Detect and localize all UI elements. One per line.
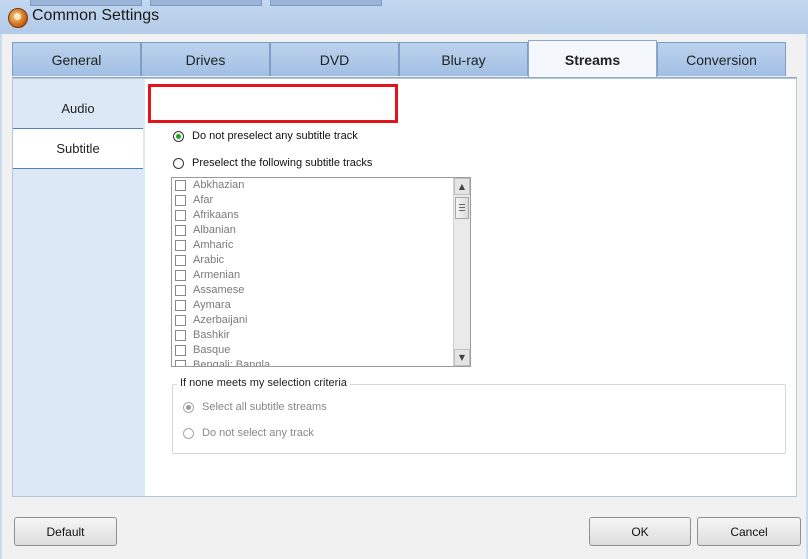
background-window-tabs — [30, 0, 390, 6]
no-track-label[interactable]: Do not select any track — [202, 427, 314, 439]
scroll-thumb[interactable] — [455, 197, 469, 219]
no-preselect-radio[interactable] — [173, 131, 184, 142]
language-checkbox[interactable] — [175, 360, 186, 366]
language-checkbox[interactable] — [175, 180, 186, 191]
arrow-down-icon: ▼ — [458, 353, 466, 362]
tab-dvd[interactable]: DVD — [270, 42, 399, 76]
select-all-streams-label[interactable]: Select all subtitle streams — [202, 401, 327, 413]
list-item[interactable]: Afar — [172, 194, 452, 209]
language-checkbox[interactable] — [175, 195, 186, 206]
app-logo-icon — [8, 8, 28, 28]
fallback-groupbox — [172, 384, 786, 454]
sidebar-item-label: Audio — [61, 101, 95, 116]
select-all-streams-radio[interactable] — [183, 402, 194, 413]
list-item[interactable]: Bashkir — [172, 329, 452, 344]
list-item[interactable]: Afrikaans — [172, 209, 452, 224]
list-scrollbar[interactable]: ▲ ▼ — [453, 178, 470, 366]
list-item[interactable]: Azerbaijani — [172, 314, 452, 329]
tab-conversion[interactable]: Conversion — [657, 42, 786, 76]
preselect-tracks-label[interactable]: Preselect the following subtitle tracks — [192, 157, 372, 169]
settings-dialog: General Drives DVD Blu-ray Streams Conve… — [2, 34, 806, 559]
cancel-button[interactable]: Cancel — [697, 517, 801, 546]
highlight-annotation-box — [148, 84, 398, 123]
list-item[interactable]: Abkhazian — [172, 179, 452, 194]
no-track-radio[interactable] — [183, 428, 194, 439]
tab-strip: General Drives DVD Blu-ray Streams Conve… — [12, 40, 796, 78]
language-checkbox[interactable] — [175, 270, 186, 281]
default-button[interactable]: Default — [14, 517, 117, 546]
list-item[interactable]: Albanian — [172, 224, 452, 239]
language-checkbox[interactable] — [175, 330, 186, 341]
tab-streams[interactable]: Streams — [528, 40, 657, 78]
tab-blu-ray[interactable]: Blu-ray — [399, 42, 528, 76]
arrow-up-icon: ▲ — [458, 182, 466, 191]
subtitle-language-list[interactable]: Abkhazian Afar Afrikaans Albanian Amhari… — [171, 177, 471, 367]
streams-sidebar: Audio Subtitle — [13, 79, 145, 496]
sidebar-item-subtitle[interactable]: Subtitle — [13, 129, 143, 169]
list-item[interactable]: Basque — [172, 344, 452, 359]
window-title: Common Settings — [32, 7, 160, 24]
language-checkbox[interactable] — [175, 315, 186, 326]
list-item[interactable]: Aymara — [172, 299, 452, 314]
fallback-legend: If none meets my selection criteria — [177, 377, 350, 389]
list-item[interactable]: Armenian — [172, 269, 452, 284]
sidebar-item-label: Subtitle — [56, 141, 100, 156]
ok-button[interactable]: OK — [589, 517, 691, 546]
list-item[interactable]: Assamese — [172, 284, 452, 299]
language-checkbox[interactable] — [175, 240, 186, 251]
language-checkbox[interactable] — [175, 345, 186, 356]
title-bar: Common Settings — [0, 0, 808, 34]
list-item[interactable]: Amharic — [172, 239, 452, 254]
tab-content-panel: Audio Subtitle Do not preselect any subt… — [12, 78, 797, 497]
scroll-up-button[interactable]: ▲ — [454, 178, 470, 195]
language-checkbox[interactable] — [175, 210, 186, 221]
tab-drives[interactable]: Drives — [141, 42, 270, 76]
language-checkbox[interactable] — [175, 255, 186, 266]
no-preselect-label[interactable]: Do not preselect any subtitle track — [192, 130, 358, 142]
language-checkbox[interactable] — [175, 285, 186, 296]
list-item[interactable]: Arabic — [172, 254, 452, 269]
scroll-down-button[interactable]: ▼ — [454, 349, 470, 366]
language-checkbox[interactable] — [175, 225, 186, 236]
list-item[interactable]: Bengali; Bangla — [172, 359, 452, 366]
tab-general[interactable]: General — [12, 42, 141, 76]
preselect-tracks-radio[interactable] — [173, 158, 184, 169]
sidebar-item-audio[interactable]: Audio — [13, 89, 143, 129]
language-checkbox[interactable] — [175, 300, 186, 311]
